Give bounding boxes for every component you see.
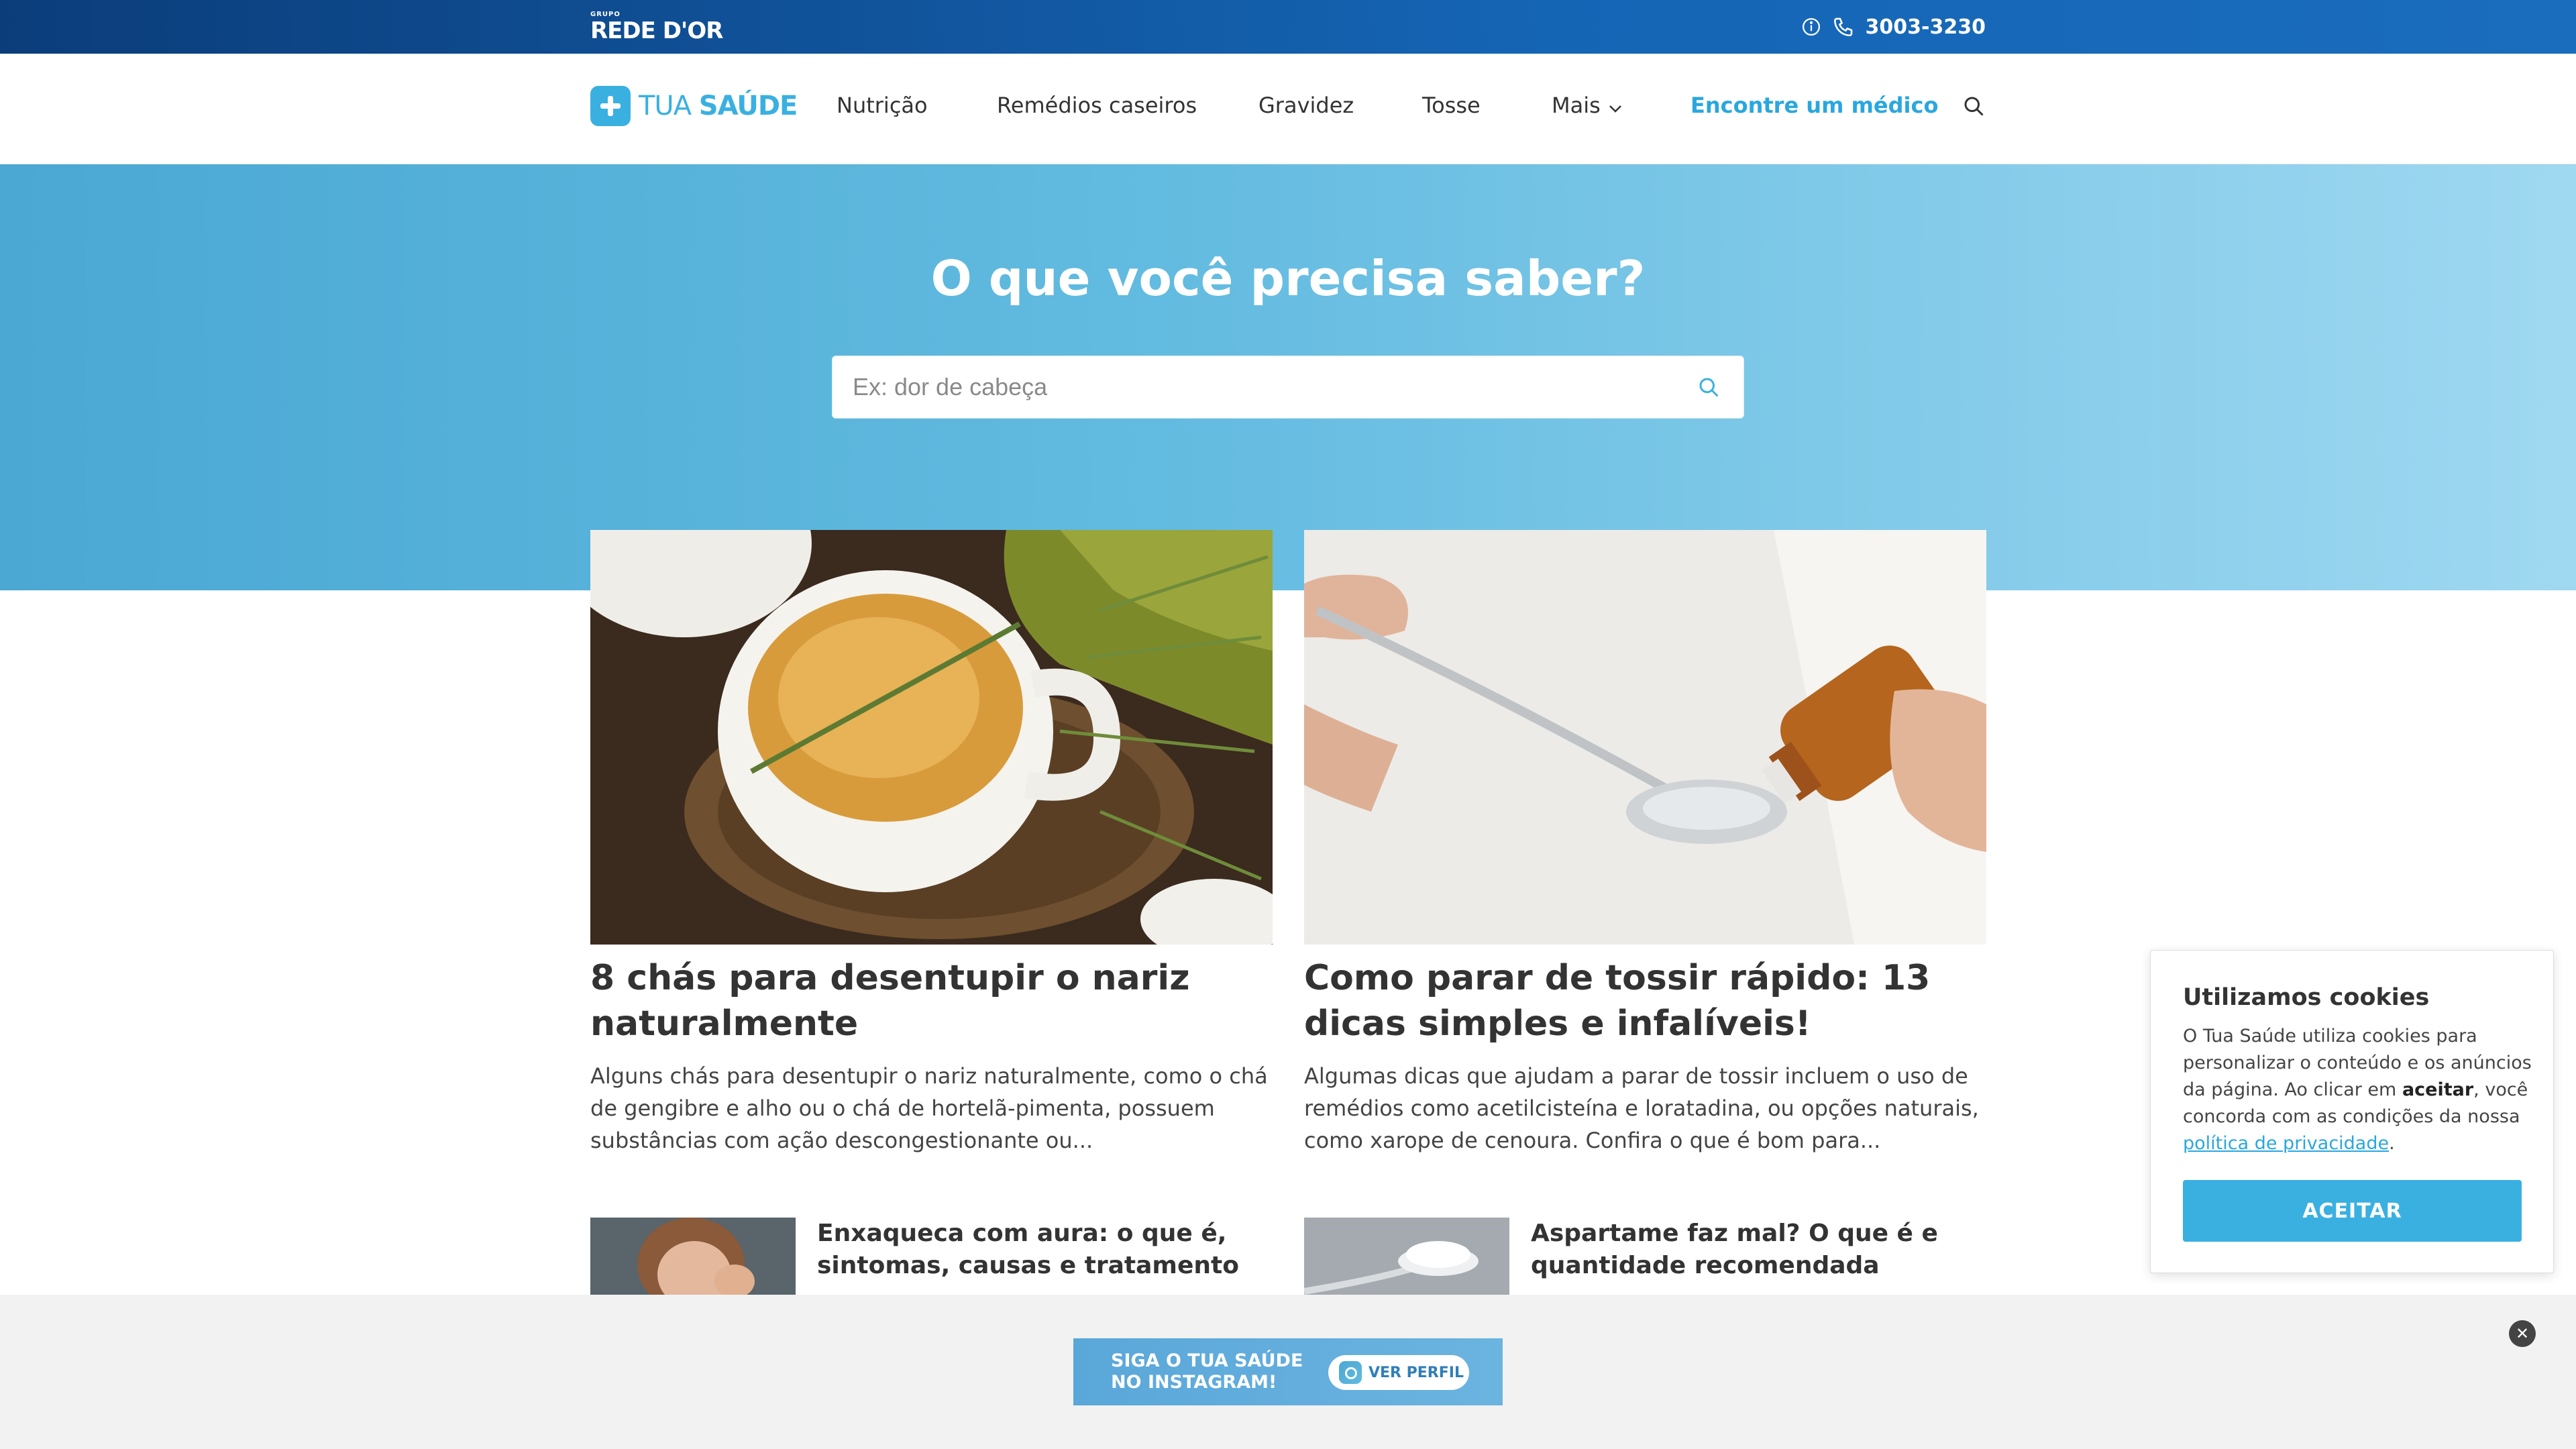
article-excerpt: Algumas dicas que ajudam a parar de toss…: [1304, 1063, 1979, 1153]
main-nav: TUA SAÚDE Nutrição Remédios caseiros Gra…: [0, 54, 2576, 164]
tua-saude-logo[interactable]: TUA SAÚDE: [590, 86, 798, 126]
list-item[interactable]: Enxaqueca com aura: o que é, sintomas, c…: [590, 1218, 1246, 1298]
nav-item-mais-label: Mais: [1552, 93, 1601, 118]
instagram-banner[interactable]: SIGA O TUA SAÚDE NO INSTAGRAM! VER PERFI…: [1073, 1338, 1503, 1405]
article-title[interactable]: 8 chás para desentupir o nariz naturalme…: [590, 955, 1273, 1046]
search-submit-icon[interactable]: [1697, 375, 1721, 402]
phone-icon: [1832, 15, 1855, 38]
hero-title: O que você precisa saber?: [930, 250, 1646, 307]
nav-item-nutricao[interactable]: Nutrição: [837, 93, 928, 118]
search-icon[interactable]: [1962, 94, 1986, 121]
cookie-consent-popup: Utilizamos cookies O Tua Saúde utiliza c…: [2150, 950, 2554, 1273]
banner-line-1: SIGA O TUA SAÚDE: [1111, 1350, 1303, 1371]
banner-line-2: NO INSTAGRAM!: [1111, 1372, 1277, 1393]
privacy-policy-link[interactable]: política de privacidade: [2183, 1133, 2389, 1154]
find-doctor-link[interactable]: Encontre um médico: [1690, 93, 1938, 118]
article-card[interactable]: Como parar de tossir rápido: 13 dicas si…: [1304, 530, 1986, 1157]
article-thumb-migraine[interactable]: [590, 1218, 796, 1298]
nav-item-remedios-caseiros[interactable]: Remédios caseiros: [997, 93, 1197, 118]
plus-logo-icon: [590, 86, 631, 126]
article-thumb-aspartame[interactable]: [1304, 1218, 1509, 1298]
nav-item-mais[interactable]: Mais: [1552, 93, 1623, 119]
article-image-syrup[interactable]: [1304, 530, 1986, 945]
instagram-icon: [1339, 1361, 1362, 1384]
logo-text: TUA SAÚDE: [639, 91, 798, 121]
accept-cookies-button[interactable]: ACEITAR: [2183, 1180, 2522, 1242]
chevron-down-icon: [1607, 94, 1623, 119]
ver-perfil-button[interactable]: VER PERFIL: [1328, 1355, 1469, 1390]
brand-name: REDE D'OR: [590, 17, 723, 44]
article-card[interactable]: 8 chás para desentupir o nariz naturalme…: [590, 530, 1273, 1157]
cookie-text: O Tua Saúde utiliza cookies para persona…: [2183, 1026, 2532, 1154]
nav-item-tosse[interactable]: Tosse: [1422, 93, 1481, 118]
close-icon[interactable]: ✕: [2509, 1320, 2536, 1347]
bottom-ad-bar: SIGA O TUA SAÚDE NO INSTAGRAM! VER PERFI…: [0, 1295, 2576, 1449]
small-article-title[interactable]: Enxaqueca com aura: o que é, sintomas, c…: [817, 1218, 1246, 1298]
article-title[interactable]: Como parar de tossir rápido: 13 dicas si…: [1304, 955, 1986, 1046]
nav-item-gravidez[interactable]: Gravidez: [1258, 93, 1354, 118]
phone-number[interactable]: 3003-3230: [1866, 15, 1986, 39]
top-bar: GRUPO REDE D'OR 3003-3230: [0, 0, 2576, 54]
hero-search: [832, 356, 1744, 419]
list-item[interactable]: Aspartame faz mal? O que é e quantidade …: [1304, 1218, 1960, 1298]
small-article-title[interactable]: Aspartame faz mal? O que é e quantidade …: [1531, 1218, 1960, 1298]
info-circle-icon[interactable]: [1801, 17, 1821, 37]
article-image-tea[interactable]: [590, 530, 1273, 945]
cookie-title: Utilizamos cookies: [2183, 984, 2430, 1011]
hero-section: O que você precisa saber?: [0, 164, 2576, 590]
ver-perfil-label: VER PERFIL: [1368, 1364, 1464, 1381]
search-input[interactable]: [853, 356, 1658, 418]
topbar-contact: 3003-3230: [1801, 12, 1986, 42]
article-excerpt: Alguns chás para desentupir o nariz natu…: [590, 1063, 1268, 1153]
